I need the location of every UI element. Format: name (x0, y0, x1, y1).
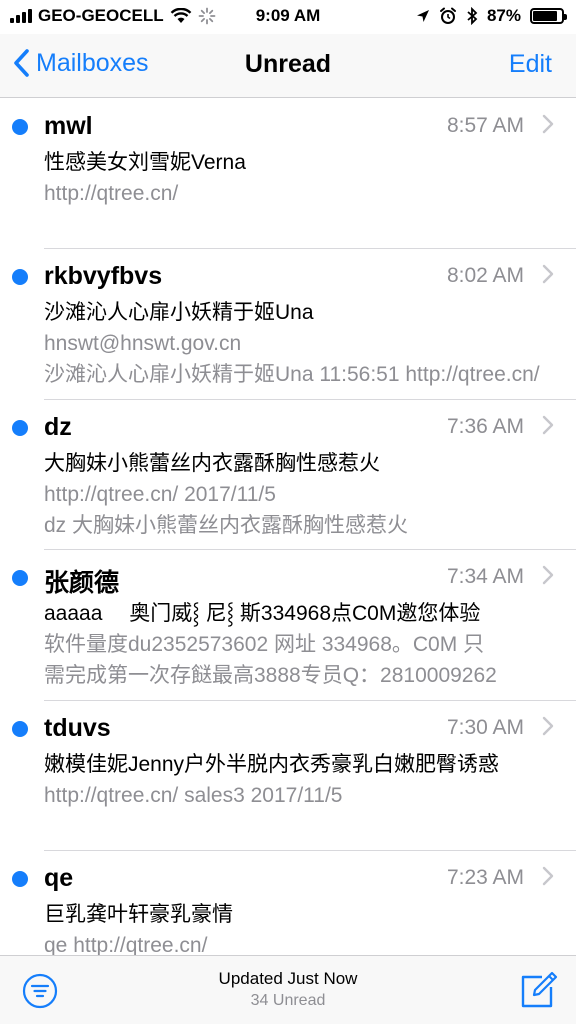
unread-indicator-icon (12, 419, 28, 436)
message-subject: 大胸妹小熊蕾丝内衣露酥胸性感惹火 (44, 451, 380, 475)
unread-indicator-icon (12, 269, 28, 286)
message-preview-line-2: dz 大胸妹小熊蕾丝内衣露酥胸性感惹火 (44, 513, 409, 537)
message-preview-line-1: http://qtree.cn/ sales3 2017/11/5 (44, 783, 343, 807)
message-preview: qe http://qtree.cn/ (44, 930, 546, 955)
unread-indicator-icon (12, 119, 28, 135)
battery-fill (533, 11, 558, 21)
alarm-icon (439, 7, 456, 24)
message-row[interactable]: dz 7:36 AM 大胸妹小熊蕾丝内衣露酥胸性感惹火 http://qtree… (0, 400, 576, 551)
message-preview: 软件量度du2352573602 网址 334968。C0M 只 需完成第一次存… (44, 629, 546, 691)
back-to-mailboxes-button[interactable]: Mailboxes (12, 48, 149, 78)
message-preview-line-1: hnswt@hnswt.gov.cn (44, 332, 242, 356)
message-subject: 巨乳龚叶轩豪乳豪情 (44, 902, 233, 926)
message-preview: http://qtree.cn/ sales3 2017/11/5 (44, 780, 546, 811)
message-subject: aaaaa 奥门威⸾ 尼⸾ 斯334968点C0M邀您体验 (44, 602, 481, 626)
message-time: 8:57 AM (446, 114, 524, 137)
message-subject: 沙滩沁人心扉小妖精于姬Una (44, 301, 314, 325)
status-right: 87% (416, 6, 567, 26)
message-preview-line-1: http://qtree.cn/ 2017/11/5 (44, 482, 276, 506)
chevron-right-icon (542, 415, 554, 434)
message-sender: qe (44, 863, 74, 892)
mailbox-status: Updated Just Now 34 Unread (0, 969, 576, 1010)
message-row[interactable]: rkbvyfbvs 8:02 AM 沙滩沁人心扉小妖精于姬Una hnswt@h… (0, 249, 576, 400)
message-row[interactable]: tduvs 7:30 AM 嫩模佳妮Jenny户外半脱内衣秀豪乳白嫩肥臀诱惑 h… (0, 701, 576, 851)
message-list[interactable]: mwl 8:57 AM 性感美女刘雪妮Verna http://qtree.cn… (0, 99, 576, 955)
compose-button-icon[interactable] (518, 970, 558, 1010)
message-sender: tduvs (44, 713, 111, 742)
chevron-right-icon (542, 716, 554, 735)
battery-icon (530, 8, 567, 24)
message-time: 7:36 AM (446, 414, 524, 438)
message-preview-line-2: 需完成第一次存餸最高3888专员Q：2810009262 (44, 664, 497, 688)
message-time: 7:30 AM (446, 715, 524, 739)
message-preview-line-1: http://qtree.cn/ (44, 182, 179, 205)
message-subject: 嫩模佳妮Jenny户外半脱内衣秀豪乳白嫩肥臀诱惑 (44, 752, 500, 776)
message-time: 8:02 AM (446, 264, 524, 288)
navigation-bar: Mailboxes Unread Edit (0, 34, 576, 98)
location-arrow-icon (416, 10, 429, 22)
unread-indicator-icon (12, 720, 28, 737)
message-sender: rkbvyfbvs (44, 262, 163, 291)
message-sender: dz (44, 412, 72, 441)
message-row[interactable]: mwl 8:57 AM 性感美女刘雪妮Verna http://qtree.cn… (0, 99, 576, 250)
message-row[interactable]: qe 7:23 AM 巨乳龚叶轩豪乳豪情 qe http://qtree.cn/ (0, 851, 576, 955)
message-preview: http://qtree.cn/ 2017/11/5 dz 大胸妹小熊蕾丝内衣露… (44, 479, 546, 541)
chevron-right-icon (542, 114, 554, 134)
unread-count: 34 Unread (250, 992, 326, 1009)
bluetooth-icon (467, 7, 478, 25)
message-preview-line-2: 沙滩沁人心扉小妖精于姬Una 11:56:51 http://qtree.cn/ (44, 363, 540, 387)
unread-indicator-icon (12, 570, 28, 587)
updated-status: Updated Just Now (218, 969, 358, 988)
unread-indicator-icon (12, 870, 28, 887)
status-bar: GEO-GEOCELL 9:09 AM 87% (0, 0, 576, 34)
message-subject: 性感美女刘雪妮Verna (44, 151, 246, 174)
message-time: 7:34 AM (446, 565, 524, 589)
message-row[interactable]: 张颜德 7:34 AM aaaaa 奥门威⸾ 尼⸾ 斯334968点C0M邀您体… (0, 550, 576, 701)
message-preview-line-1: 软件量度du2352573602 网址 334968。C0M 只 (44, 633, 485, 657)
message-time: 7:23 AM (446, 865, 524, 889)
message-preview: http://qtree.cn/ (44, 178, 546, 209)
edit-button[interactable]: Edit (509, 50, 552, 79)
chevron-left-icon (14, 49, 29, 77)
battery-percentage: 87% (486, 6, 521, 25)
chevron-right-icon (542, 565, 554, 585)
bottom-toolbar: Updated Just Now 34 Unread (0, 955, 576, 1024)
chevron-right-icon (542, 265, 554, 284)
message-sender: 张颜德 (44, 569, 120, 598)
message-preview: hnswt@hnswt.gov.cn 沙滩沁人心扉小妖精于姬Una 11:56:… (44, 328, 546, 390)
chevron-right-icon (542, 866, 554, 886)
message-preview-line-1: qe http://qtree.cn/ (44, 933, 208, 955)
message-sender: mwl (44, 112, 93, 140)
back-button-label: Mailboxes (36, 48, 149, 77)
